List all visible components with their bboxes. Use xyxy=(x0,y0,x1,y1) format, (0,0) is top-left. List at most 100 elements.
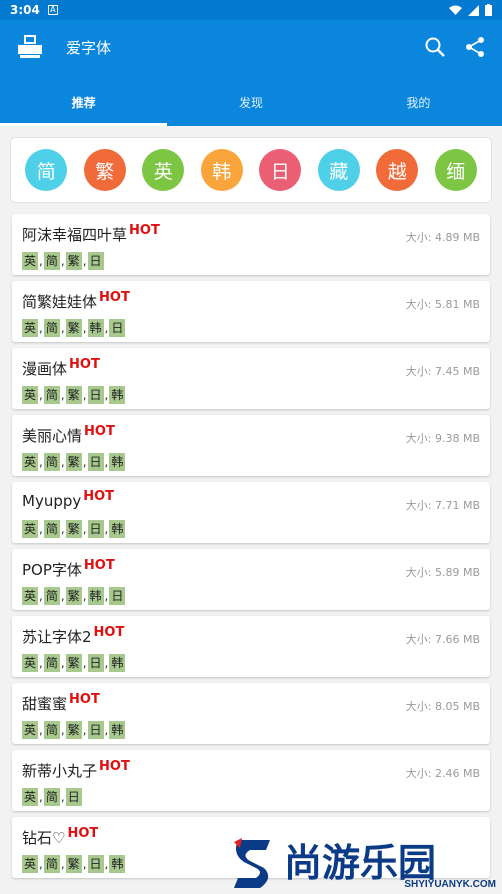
font-name-text: POP字体 xyxy=(22,561,82,579)
language-tag: 韩 xyxy=(87,319,104,337)
language-tag: 英 xyxy=(22,721,39,739)
app-title: 爱字体 xyxy=(66,38,112,57)
language-tag: 繁 xyxy=(65,453,82,471)
language-tags: 英,简,繁,韩,日 xyxy=(22,587,126,605)
watermark-url: SHYIYUANYK.COM xyxy=(404,879,496,890)
hot-badge: HOT xyxy=(69,692,100,707)
font-file-size: 大小: 5.81 MB xyxy=(405,298,480,311)
font-list-item[interactable]: 漫画体 HOT 大小: 7.45 MB 英, 简, 繁, 日, 韩 xyxy=(12,348,490,409)
tab-recommend[interactable]: 推荐 xyxy=(0,74,167,126)
language-tag: 简 xyxy=(43,855,60,873)
language-filter-7[interactable]: 缅 xyxy=(434,149,477,191)
language-tag: 繁 xyxy=(65,654,82,672)
font-list-item[interactable]: 甜蜜蜜 HOT 大小: 8.05 MB 英, 简, 繁, 日, 韩 xyxy=(12,683,490,744)
language-tags: 英,简,繁,日,韩 xyxy=(22,721,126,739)
font-file-size: 大小: 7.71 MB xyxy=(405,499,480,512)
font-file-size: 大小: 7.45 MB xyxy=(405,365,480,378)
language-tag: 简 xyxy=(43,721,60,739)
language-tag: 简 xyxy=(43,453,60,471)
font-list-item[interactable]: Myuppy HOT 大小: 7.71 MB 英, 简, 繁, 日, 韩 xyxy=(12,482,490,543)
language-tags: 英,简,繁,日,韩 xyxy=(22,520,126,538)
font-name: 阿沫幸福四叶草 HOT xyxy=(22,223,160,245)
font-name: 简繁娃娃体 HOT xyxy=(22,290,130,312)
font-name: 美丽心情 HOT xyxy=(22,424,115,446)
language-tag: 日 xyxy=(87,721,104,739)
language-filter-4[interactable]: 日 xyxy=(259,149,302,191)
language-filter-2[interactable]: 英 xyxy=(142,149,185,191)
share-icon[interactable] xyxy=(464,36,486,58)
tab-indicator xyxy=(0,123,167,126)
language-filter-6[interactable]: 越 xyxy=(376,149,419,191)
language-tag: 繁 xyxy=(65,252,82,270)
font-name-text: 漫画体 xyxy=(22,360,68,378)
hot-badge: HOT xyxy=(67,826,99,841)
language-tag: 英 xyxy=(22,386,39,404)
language-tag: 英 xyxy=(22,520,39,538)
language-tag: 英 xyxy=(22,855,39,873)
app-logo-icon[interactable] xyxy=(16,33,44,61)
language-tag: 英 xyxy=(22,587,39,605)
language-filter-3[interactable]: 韩 xyxy=(200,149,243,191)
language-tags: 英,简,日 xyxy=(22,788,82,806)
language-tag: 简 xyxy=(43,520,60,538)
font-file-size: 大小: 8.05 MB xyxy=(405,700,480,713)
language-tag: 英 xyxy=(22,654,39,672)
language-filter-1[interactable]: 繁 xyxy=(83,149,126,191)
language-tag: 繁 xyxy=(65,587,82,605)
font-list-item[interactable]: 简繁娃娃体 HOT 大小: 5.81 MB 英, 简, 繁, 韩, 日 xyxy=(12,281,490,342)
hot-badge: HOT xyxy=(69,357,100,372)
search-icon[interactable] xyxy=(424,36,446,58)
font-name-text: 新蒂小丸子 xyxy=(22,762,98,780)
language-filter-5[interactable]: 藏 xyxy=(317,149,360,191)
notification-icon: A xyxy=(47,5,58,15)
font-list-item[interactable]: 苏让字体2 HOT 大小: 7.66 MB 英, 简, 繁, 日, 韩 xyxy=(12,616,490,677)
language-tag: 繁 xyxy=(65,855,82,873)
language-tag: 英 xyxy=(22,788,39,806)
status-bar: 3:04 A xyxy=(0,0,502,20)
font-name-text: Myuppy xyxy=(22,492,82,510)
tab-discover[interactable]: 发现 xyxy=(167,74,334,126)
language-tag: 简 xyxy=(43,319,60,337)
font-name: POP字体 HOT xyxy=(22,558,115,580)
language-tag: 韩 xyxy=(109,855,126,873)
language-tag: 韩 xyxy=(109,386,126,404)
language-tag: 日 xyxy=(109,587,126,605)
font-name-text: 甜蜜蜜 xyxy=(22,695,68,713)
language-filter-0[interactable]: 简 xyxy=(25,149,68,191)
language-tag: 日 xyxy=(87,654,104,672)
wifi-icon xyxy=(449,5,462,15)
language-tag: 简 xyxy=(43,386,60,404)
language-tag: 日 xyxy=(109,319,126,337)
font-list-item[interactable]: 美丽心情 HOT 大小: 9.38 MB 英, 简, 繁, 日, 韩 xyxy=(12,415,490,476)
tab-mine[interactable]: 我的 xyxy=(335,74,502,126)
font-name: 苏让字体2 HOT xyxy=(22,625,125,647)
language-tag: 日 xyxy=(87,520,104,538)
hot-badge: HOT xyxy=(99,759,130,774)
language-tag: 繁 xyxy=(65,520,82,538)
language-tags: 英,简,繁,日 xyxy=(22,252,104,270)
hot-badge: HOT xyxy=(83,558,115,573)
font-name-text: 阿沫幸福四叶草 xyxy=(22,226,128,244)
hot-badge: HOT xyxy=(93,625,125,640)
language-tag: 英 xyxy=(22,453,39,471)
language-tag: 日 xyxy=(87,252,104,270)
hot-badge: HOT xyxy=(129,223,160,238)
language-tag: 日 xyxy=(87,855,104,873)
font-name-text: 苏让字体2 xyxy=(22,628,92,646)
font-name: 甜蜜蜜 HOT xyxy=(22,692,100,714)
battery-icon xyxy=(485,4,492,16)
language-tag: 韩 xyxy=(87,587,104,605)
language-tag: 简 xyxy=(43,654,60,672)
signal-icon xyxy=(468,4,479,16)
font-list-item[interactable]: 阿沫幸福四叶草 HOT 大小: 4.89 MB 英, 简, 繁, 日 xyxy=(12,214,490,275)
language-tag: 繁 xyxy=(65,319,82,337)
font-list-item[interactable]: 新蒂小丸子 HOT 大小: 2.46 MB 英, 简, 日 xyxy=(12,750,490,811)
hot-badge: HOT xyxy=(84,424,115,439)
font-file-size: 大小: 2.46 MB xyxy=(405,767,480,780)
language-tag: 简 xyxy=(43,252,60,270)
font-name-text: 简繁娃娃体 xyxy=(22,293,98,311)
language-tag: 英 xyxy=(22,319,39,337)
font-name: Myuppy HOT xyxy=(22,489,114,510)
language-tag: 韩 xyxy=(109,520,126,538)
font-list-item[interactable]: POP字体 HOT 大小: 5.89 MB 英, 简, 繁, 韩, 日 xyxy=(12,549,490,610)
